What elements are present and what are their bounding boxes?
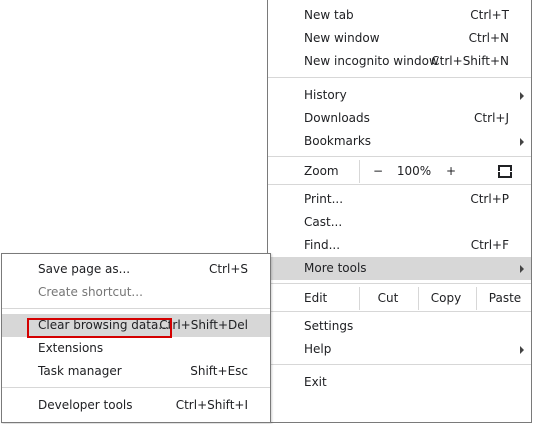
more-tools-submenu: Save page as... Ctrl+S Create shortcut..… <box>1 253 271 423</box>
menu-item-shortcut: Ctrl+Shift+N <box>431 54 509 68</box>
menu-divider <box>418 287 419 310</box>
menu-item-shortcut: Ctrl+F <box>470 238 509 252</box>
menu-item-shortcut: Shift+Esc <box>190 364 248 378</box>
edit-label: Edit <box>304 291 328 305</box>
menu-separator <box>268 311 531 312</box>
menu-separator <box>268 77 531 78</box>
menu-item-cast[interactable]: Cast... <box>268 211 531 234</box>
menu-item-settings[interactable]: Settings <box>268 315 531 338</box>
menu-item-label: New incognito window <box>304 54 439 68</box>
menu-row-edit: Edit Cut Copy Paste <box>268 287 531 310</box>
menu-separator <box>2 387 270 388</box>
menu-item-new-incognito-window[interactable]: New incognito window Ctrl+Shift+N <box>268 50 531 73</box>
zoom-label: Zoom <box>304 164 339 178</box>
menu-item-label: Bookmarks <box>304 134 372 148</box>
menu-item-label: More tools <box>304 261 367 275</box>
highlight-box <box>27 318 172 338</box>
menu-item-more-tools[interactable]: More tools <box>268 257 531 280</box>
menu-item-shortcut: Ctrl+J <box>474 111 509 125</box>
menu-item-print[interactable]: Print... Ctrl+P <box>268 188 531 211</box>
menu-item-downloads[interactable]: Downloads Ctrl+J <box>268 107 531 130</box>
fullscreen-icon[interactable] <box>498 165 512 178</box>
menu-divider <box>476 287 477 310</box>
chevron-right-icon <box>520 92 524 100</box>
menu-item-bookmarks[interactable]: Bookmarks <box>268 130 531 153</box>
chevron-right-icon <box>520 138 524 146</box>
menu-item-label: Create shortcut... <box>38 285 143 299</box>
menu-item-label: New window <box>304 31 380 45</box>
menu-item-shortcut: Ctrl+S <box>208 262 248 276</box>
menu-item-history[interactable]: History <box>268 84 531 107</box>
menu-item-extensions[interactable]: Extensions <box>2 337 270 360</box>
menu-separator <box>268 184 531 185</box>
menu-item-label: History <box>304 88 347 102</box>
menu-item-label: Find... <box>304 238 341 252</box>
menu-item-shortcut: Ctrl+T <box>470 8 509 22</box>
menu-item-label: Developer tools <box>38 398 133 412</box>
menu-item-help[interactable]: Help <box>268 338 531 361</box>
menu-item-find[interactable]: Find... Ctrl+F <box>268 234 531 257</box>
menu-item-label: Save page as... <box>38 262 131 276</box>
zoom-out-button[interactable]: − <box>368 164 388 178</box>
menu-item-label: Exit <box>304 375 327 389</box>
menu-item-save-page-as[interactable]: Save page as... Ctrl+S <box>2 258 270 281</box>
menu-item-label: New tab <box>304 8 354 22</box>
menu-item-new-window[interactable]: New window Ctrl+N <box>268 27 531 50</box>
menu-divider <box>359 287 360 310</box>
menu-item-new-tab[interactable]: New tab Ctrl+T <box>268 4 531 27</box>
menu-separator <box>268 283 531 284</box>
menu-separator <box>268 364 531 365</box>
menu-item-label: Print... <box>304 192 344 206</box>
chevron-right-icon <box>520 265 524 273</box>
menu-item-shortcut: Ctrl+N <box>468 31 509 45</box>
chevron-right-icon <box>520 346 524 354</box>
zoom-in-button[interactable]: + <box>441 164 461 178</box>
menu-item-label: Settings <box>304 319 354 333</box>
menu-separator <box>2 308 270 309</box>
menu-item-create-shortcut[interactable]: Create shortcut... <box>2 281 270 304</box>
menu-item-label: Extensions <box>38 341 104 355</box>
menu-separator <box>268 156 531 157</box>
chrome-main-menu: New tab Ctrl+T New window Ctrl+N New inc… <box>267 0 532 423</box>
menu-divider <box>359 160 360 183</box>
menu-item-label: Cast... <box>304 215 343 229</box>
menu-item-label: Downloads <box>304 111 370 125</box>
menu-item-developer-tools[interactable]: Developer tools Ctrl+Shift+I <box>2 394 270 417</box>
copy-button[interactable]: Copy <box>422 291 470 305</box>
zoom-level-value: 100% <box>396 164 432 178</box>
paste-button[interactable]: Paste <box>480 291 530 305</box>
menu-item-label: Help <box>304 342 332 356</box>
menu-item-shortcut: Ctrl+Shift+Del <box>159 318 248 332</box>
menu-item-label: Task manager <box>38 364 122 378</box>
menu-item-exit[interactable]: Exit <box>268 371 531 394</box>
menu-item-shortcut: Ctrl+P <box>470 192 509 206</box>
menu-item-shortcut: Ctrl+Shift+I <box>175 398 248 412</box>
menu-item-task-manager[interactable]: Task manager Shift+Esc <box>2 360 270 383</box>
menu-row-zoom: Zoom − 100% + <box>268 160 531 183</box>
cut-button[interactable]: Cut <box>364 291 412 305</box>
